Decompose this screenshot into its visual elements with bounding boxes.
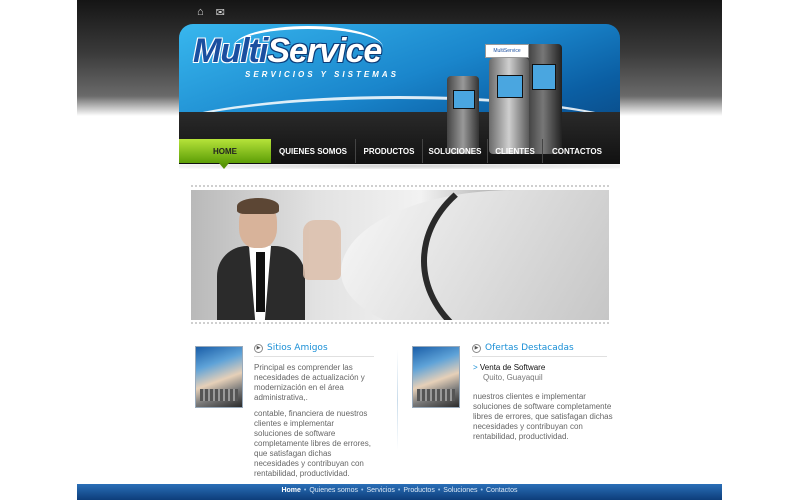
site-logo[interactable]: MultiService SERVICIOS Y SISTEMAS xyxy=(193,26,396,79)
offer-link[interactable]: > Venta de Software xyxy=(473,363,545,372)
laptop-thumbnail xyxy=(412,346,460,408)
laptop-thumbnail xyxy=(195,346,243,408)
footer-link-productos[interactable]: Productos xyxy=(403,487,435,494)
left-paragraph-1: Principal es comprender las necesidades … xyxy=(254,363,365,402)
divider xyxy=(191,322,609,324)
footer-link-quienes-somos[interactable]: Quienes somos xyxy=(309,487,358,494)
logo-tagline: SERVICIOS Y SISTEMAS xyxy=(245,70,399,79)
home-icon[interactable]: ⌂ xyxy=(197,6,204,19)
divider xyxy=(191,185,609,187)
section-title-text: Sitios Amigos xyxy=(267,343,328,353)
offer-marker: > xyxy=(473,363,478,372)
ofertas-destacadas-title: ▶ Ofertas Destacadas xyxy=(472,343,574,353)
nav-contactos[interactable]: CONTACTOS xyxy=(543,139,611,163)
section-underline xyxy=(254,356,374,357)
footer-link-home[interactable]: Home xyxy=(281,487,300,494)
nav-clientes[interactable]: CLIENTES xyxy=(488,139,543,163)
section-title-text: Ofertas Destacadas xyxy=(485,343,574,353)
nav-quienes-somos[interactable]: QUIENES SOMOS xyxy=(271,139,356,163)
footer-links: Home • Quienes somos • Servicios • Productos • S… xyxy=(77,487,722,494)
main-nav: HOME QUIENES SOMOS PRODUCTOS SOLUCIONES … xyxy=(179,139,620,169)
arrow-circle-icon: ▶ xyxy=(472,343,481,353)
businessman-image xyxy=(217,198,305,320)
atm-image xyxy=(524,44,562,154)
footer-link-servicios[interactable]: Servicios xyxy=(366,487,394,494)
right-paragraph: nuestros clientes e implementar solucion… xyxy=(473,392,613,441)
header-shadow xyxy=(179,163,620,169)
column-separator xyxy=(397,350,398,450)
footer-separator: • xyxy=(303,487,307,494)
offer-title: Venta de Software xyxy=(479,363,546,372)
sitios-amigos-title: ▶ Sitios Amigos xyxy=(254,343,328,353)
page: ⌂ ✉ MultiService SERVICIOS Y SISTEMAS Mu… xyxy=(77,0,722,500)
nav-soluciones[interactable]: SOLUCIONES xyxy=(423,139,488,163)
section-underline xyxy=(472,356,607,357)
footer-link-soluciones[interactable]: Soluciones xyxy=(443,487,477,494)
footer-separator: • xyxy=(437,487,441,494)
atm-sign: MultiService xyxy=(485,44,529,58)
arrow-circle-icon: ▶ xyxy=(254,343,263,353)
nav-home[interactable]: HOME xyxy=(179,139,271,169)
offer-city: Quito, Guayaquil xyxy=(483,373,543,382)
logo-arc xyxy=(233,26,383,69)
banner-wave xyxy=(421,190,609,320)
mail-icon[interactable]: ✉ xyxy=(216,6,225,19)
raised-hand-image xyxy=(303,220,341,280)
hero-banner xyxy=(191,190,609,320)
left-paragraph-2: contable, financiera de nuestros cliente… xyxy=(254,409,371,478)
footer-separator: • xyxy=(397,487,401,494)
footer-link-contactos[interactable]: Contactos xyxy=(486,487,518,494)
top-icons: ⌂ ✉ xyxy=(197,6,225,19)
footer-separator: • xyxy=(480,487,483,494)
footer-separator: • xyxy=(361,487,364,494)
nav-productos[interactable]: PRODUCTOS xyxy=(356,139,423,163)
site-footer: Home • Quienes somos • Servicios • Productos • S… xyxy=(77,484,722,500)
